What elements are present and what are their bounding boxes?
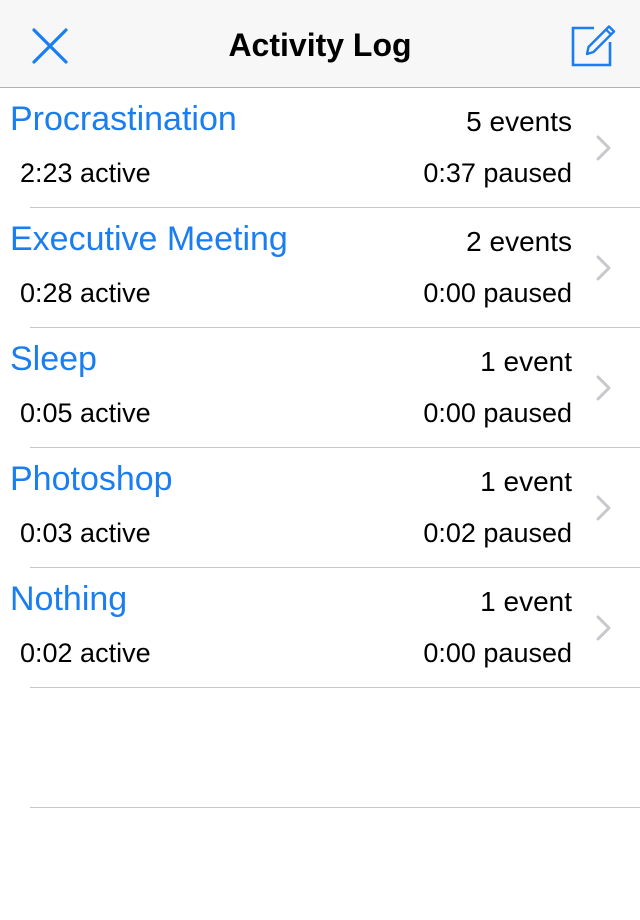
- list-item[interactable]: Nothing 1 event 0:02 active 0:00 paused: [0, 568, 640, 688]
- activity-name: Sleep: [10, 340, 97, 378]
- chevron-right-icon: [596, 495, 611, 521]
- active-time: 2:23 active: [20, 158, 151, 188]
- compose-button[interactable]: [564, 16, 620, 72]
- activity-name: Nothing: [10, 580, 128, 618]
- compose-edit-icon: [571, 25, 616, 67]
- chevron-right-icon: [596, 255, 611, 281]
- list-item[interactable]: Sleep 1 event 0:05 active 0:00 paused: [0, 328, 640, 448]
- paused-time: 0:00 paused: [423, 638, 572, 668]
- chevron-right-icon: [596, 135, 611, 161]
- active-time: 0:03 active: [20, 518, 151, 548]
- paused-time: 0:02 paused: [423, 518, 572, 548]
- empty-row: [0, 688, 640, 808]
- event-count: 1 event: [480, 466, 572, 497]
- paused-time: 0:00 paused: [423, 278, 572, 308]
- event-count: 2 events: [466, 226, 572, 257]
- close-button[interactable]: [22, 18, 78, 74]
- event-count: 1 event: [480, 586, 572, 617]
- event-count: 5 events: [466, 106, 572, 137]
- event-count: 1 event: [480, 346, 572, 377]
- paused-time: 0:37 paused: [423, 158, 572, 188]
- close-x-icon: [32, 28, 68, 64]
- paused-time: 0:00 paused: [423, 398, 572, 428]
- active-time: 0:28 active: [20, 278, 151, 308]
- active-time: 0:05 active: [20, 398, 151, 428]
- active-time: 0:02 active: [20, 638, 151, 668]
- activity-name: Executive Meeting: [10, 220, 288, 258]
- list-item[interactable]: Procrastination 5 events 2:23 active 0:3…: [0, 88, 640, 208]
- activity-name: Photoshop: [10, 460, 173, 498]
- navigation-bar: Activity Log: [0, 0, 640, 88]
- list-item[interactable]: Photoshop 1 event 0:03 active 0:02 pause…: [0, 448, 640, 568]
- activity-list: Procrastination 5 events 2:23 active 0:3…: [0, 88, 640, 808]
- chevron-right-icon: [596, 375, 611, 401]
- activity-name: Procrastination: [10, 100, 237, 138]
- page-title: Activity Log: [228, 27, 412, 63]
- chevron-right-icon: [596, 615, 611, 641]
- list-item[interactable]: Executive Meeting 2 events 0:28 active 0…: [0, 208, 640, 328]
